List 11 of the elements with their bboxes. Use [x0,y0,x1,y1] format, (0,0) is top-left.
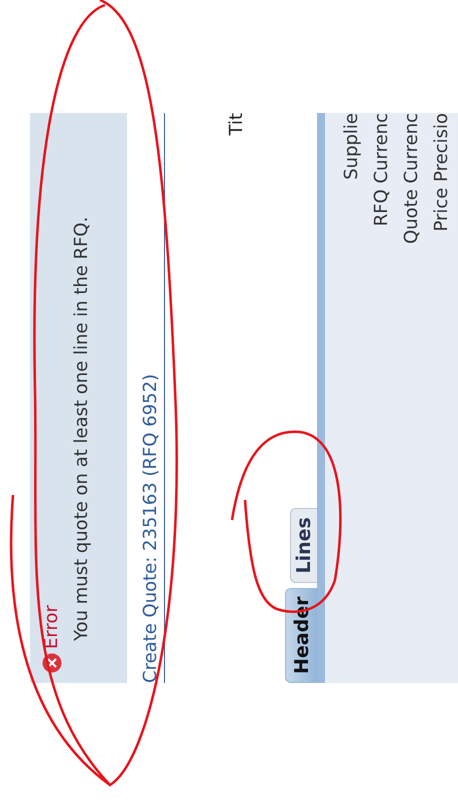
tab[interactable]: Lines [290,508,317,583]
error-icon [42,653,62,673]
error-message: You must quote on at least one line in the RFQ. [70,216,92,641]
page-title: Create Quote: 235163 (RFQ 6952) [139,372,162,683]
error-title: Error [40,605,63,649]
form-label: Supplie [340,113,363,182]
field-label: Tit [225,113,248,136]
form-label: Price Precisio [430,113,453,234]
form-label: Quote Currenc [400,113,423,246]
form-label: RFQ Currenc [370,113,393,228]
tab[interactable]: Header [285,588,317,683]
